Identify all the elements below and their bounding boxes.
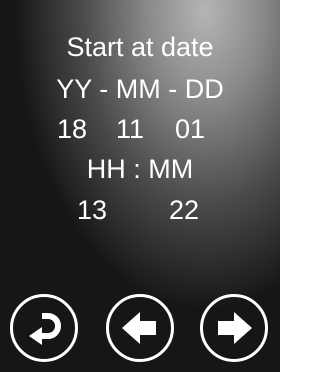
date-month-value[interactable]: 11 [116, 113, 144, 145]
time-format-label: HH : MM [86, 154, 194, 184]
previous-button[interactable] [106, 294, 174, 362]
screen-title: Start at date [66, 32, 214, 62]
next-button[interactable] [200, 294, 268, 362]
start-date-screen: Start at date YY - MM - DD 18 11 01 HH :… [0, 0, 280, 372]
return-button[interactable] [10, 294, 78, 362]
return-icon [29, 313, 61, 345]
time-minute-value[interactable]: 22 [169, 194, 199, 226]
time-hour-value[interactable]: 13 [77, 194, 107, 226]
arrow-left-icon [122, 312, 156, 344]
date-year-value[interactable]: 18 [57, 113, 87, 145]
date-format-label: YY - MM - DD [56, 74, 224, 104]
date-day-value[interactable]: 01 [175, 113, 205, 145]
arrow-right-icon [218, 312, 252, 344]
